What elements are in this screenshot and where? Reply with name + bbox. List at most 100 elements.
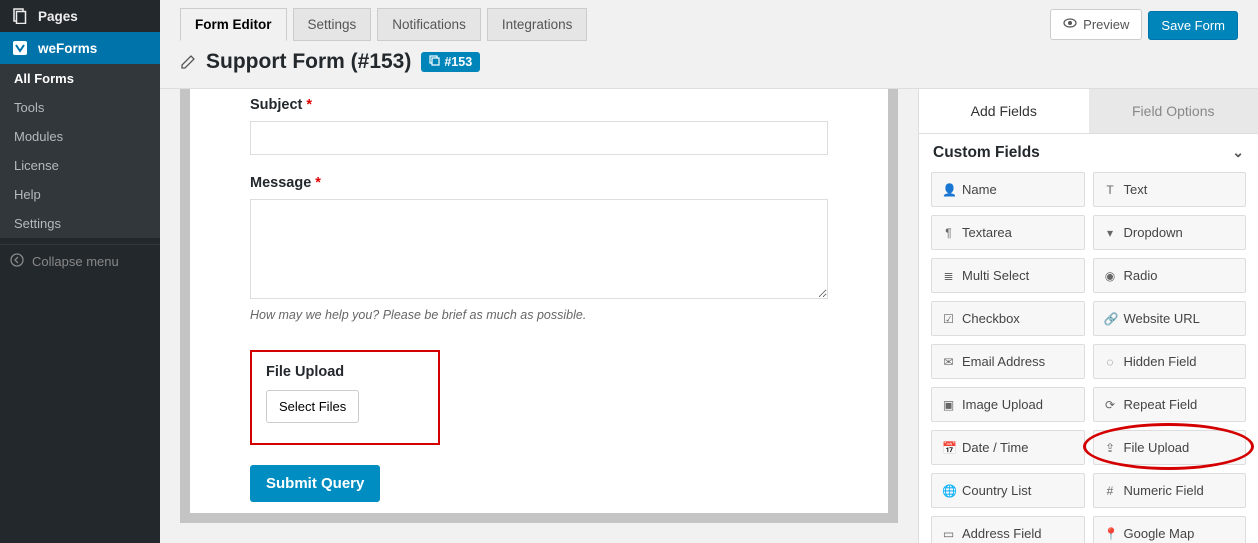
sidebar-subitem-modules[interactable]: Modules (0, 122, 160, 151)
field-type-multi-select[interactable]: ≣ Multi Select (931, 258, 1085, 293)
form-canvas-wrap: Subject * Message * How may we help you?… (160, 89, 918, 543)
field-type-name[interactable]: 👤 Name (931, 172, 1085, 207)
field-message[interactable]: Message * How may we help you? Please be… (250, 175, 828, 322)
weforms-icon (10, 40, 30, 56)
eye-icon (1063, 16, 1077, 33)
message-label: Message * (250, 175, 828, 191)
copy-icon (429, 55, 440, 69)
field-type-dropdown[interactable]: ▾ Dropdown (1093, 215, 1247, 250)
select-files-button[interactable]: Select Files (266, 390, 359, 423)
collapse-menu[interactable]: Collapse menu (0, 244, 160, 278)
custom-fields-header[interactable]: Custom Fields (919, 134, 1258, 172)
main-area: Form Editor Settings Notifications Integ… (160, 0, 1258, 543)
sidebar-subitem-settings[interactable]: Settings (0, 209, 160, 238)
field-type-numeric-field[interactable]: # Numeric Field (1093, 473, 1247, 508)
panel-tab-field-options[interactable]: Field Options (1089, 89, 1258, 133)
field-type-label: Radio (1124, 268, 1158, 283)
fields-panel: Add Fields Field Options Custom Fields 👤… (918, 89, 1258, 543)
preview-button[interactable]: Preview (1050, 9, 1142, 40)
field-type-label: Google Map (1124, 526, 1195, 541)
field-type-country-list[interactable]: 🌐 Country List (931, 473, 1085, 508)
multi-select-icon: ≣ (942, 269, 955, 283)
subject-label: Subject * (250, 97, 828, 113)
sidebar-item-weforms[interactable]: weForms (0, 32, 160, 64)
message-help-text: How may we help you? Please be brief as … (250, 308, 828, 322)
field-type-label: Country List (962, 483, 1031, 498)
sidebar-subitem-allforms[interactable]: All Forms (0, 64, 160, 93)
collapse-label: Collapse menu (32, 254, 119, 269)
pages-icon (10, 8, 30, 24)
field-type-label: Website URL (1124, 311, 1200, 326)
date-time-icon: 📅 (942, 441, 955, 455)
sidebar-subitem-tools[interactable]: Tools (0, 93, 160, 122)
field-type-image-upload[interactable]: ▣ Image Upload (931, 387, 1085, 422)
save-form-button[interactable]: Save Form (1148, 11, 1238, 40)
field-type-google-map[interactable]: 📍 Google Map (1093, 516, 1247, 543)
chevron-down-icon (1232, 144, 1244, 162)
field-type-radio[interactable]: ◉ Radio (1093, 258, 1247, 293)
tab-form-editor[interactable]: Form Editor (180, 8, 287, 41)
field-type-label: Checkbox (962, 311, 1020, 326)
field-file-upload[interactable]: File Upload Select Files (250, 350, 440, 445)
field-type-file-upload[interactable]: ⇪ File Upload (1093, 430, 1247, 465)
field-type-label: Address Field (962, 526, 1041, 541)
website-url-icon: 🔗 (1104, 312, 1117, 326)
checkbox-icon: ☑ (942, 312, 955, 326)
field-type-label: Hidden Field (1124, 354, 1197, 369)
field-type-label: Numeric Field (1124, 483, 1204, 498)
field-type-repeat-field[interactable]: ⟳ Repeat Field (1093, 387, 1247, 422)
sidebar-label: Pages (38, 9, 78, 24)
file-upload-icon: ⇪ (1104, 441, 1117, 455)
tabs-row: Form Editor Settings Notifications Integ… (160, 0, 1258, 40)
field-type-label: Text (1124, 182, 1148, 197)
address-field-icon: ▭ (942, 527, 955, 541)
google-map-icon: 📍 (1104, 527, 1117, 541)
radio-icon: ◉ (1104, 269, 1117, 283)
field-grid: 👤 Name T Text ¶Textarea ▾ Dropdown ≣ Multi Selec… (919, 172, 1258, 543)
tab-settings[interactable]: Settings (293, 8, 372, 41)
field-type-label: Email Address (962, 354, 1045, 369)
country-list-icon: 🌐 (942, 484, 955, 498)
field-type-email-address[interactable]: ✉ Email Address (931, 344, 1085, 379)
field-type-text[interactable]: T Text (1093, 172, 1247, 207)
form-id-badge[interactable]: #153 (421, 52, 480, 72)
panel-tab-add-fields[interactable]: Add Fields (919, 89, 1089, 133)
name-icon: 👤 (942, 183, 955, 197)
tab-notifications[interactable]: Notifications (377, 8, 481, 41)
field-type-website-url[interactable]: 🔗 Website URL (1093, 301, 1247, 336)
field-type-label: Multi Select (962, 268, 1029, 283)
field-subject[interactable]: Subject * (250, 97, 828, 155)
page-title: Support Form (#153) (206, 50, 411, 74)
sidebar-subitem-license[interactable]: License (0, 151, 160, 180)
field-type-date-time[interactable]: 📅 Date / Time (931, 430, 1085, 465)
message-textarea[interactable] (250, 199, 828, 299)
dropdown-icon: ▾ (1104, 226, 1117, 240)
field-type-label: File Upload (1124, 440, 1190, 455)
field-type-label: Repeat Field (1124, 397, 1198, 412)
edit-title-icon[interactable] (180, 54, 196, 70)
textarea-icon: ¶ (942, 226, 955, 240)
subject-input[interactable] (250, 121, 828, 155)
sidebar-submenu: All Forms Tools Modules License Help Set… (0, 64, 160, 238)
submit-button[interactable]: Submit Query (250, 465, 380, 502)
field-type-checkbox[interactable]: ☑ Checkbox (931, 301, 1085, 336)
numeric-field-icon: # (1104, 484, 1117, 498)
field-type-hidden-field[interactable]: ◌Hidden Field (1093, 344, 1247, 379)
field-type-label: Name (962, 182, 997, 197)
sidebar-subitem-help[interactable]: Help (0, 180, 160, 209)
title-row: Support Form (#153) #153 (160, 40, 1258, 89)
text-icon: T (1104, 183, 1117, 197)
sidebar-item-pages[interactable]: Pages (0, 0, 160, 32)
field-type-textarea[interactable]: ¶Textarea (931, 215, 1085, 250)
collapse-icon (10, 253, 24, 270)
file-upload-label: File Upload (266, 364, 424, 380)
admin-sidebar: Pages weForms All Forms Tools Modules Li… (0, 0, 160, 543)
tab-integrations[interactable]: Integrations (487, 8, 588, 41)
email-address-icon: ✉ (942, 355, 955, 369)
field-type-label: Dropdown (1124, 225, 1183, 240)
field-type-label: Date / Time (962, 440, 1028, 455)
field-type-address-field[interactable]: ▭ Address Field (931, 516, 1085, 543)
field-type-label: Image Upload (962, 397, 1043, 412)
repeat-field-icon: ⟳ (1104, 398, 1117, 412)
image-upload-icon: ▣ (942, 398, 955, 412)
